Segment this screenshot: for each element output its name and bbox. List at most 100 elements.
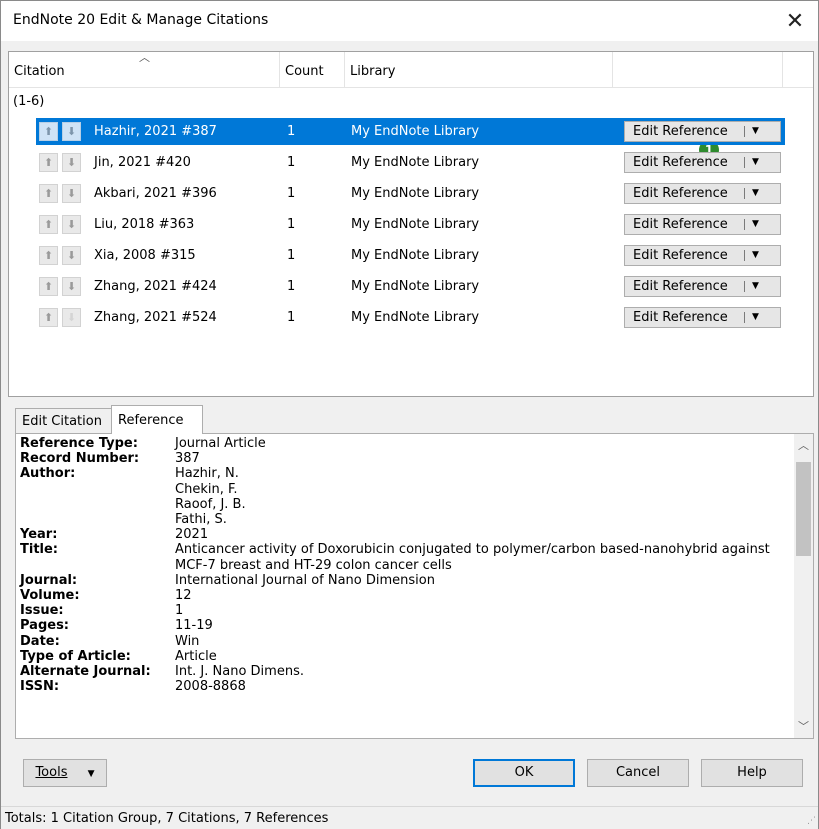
citation-cell: Zhang, 2021 #524 xyxy=(94,310,217,325)
move-down-icon[interactable]: ⬇ xyxy=(62,215,81,234)
move-up-icon[interactable]: ⬆ xyxy=(39,277,58,296)
count-cell: 1 xyxy=(287,186,296,201)
close-button[interactable]: ✕ xyxy=(772,1,818,41)
reference-field: Alternate Journal: Int. J. Nano Dimens. xyxy=(20,664,792,679)
reference-field: Chekin, F. xyxy=(20,482,792,497)
chevron-down-icon[interactable]: ▼ xyxy=(752,246,759,265)
column-header-citation[interactable]: Citation ︿ xyxy=(9,51,280,88)
count-cell: 1 xyxy=(287,217,296,232)
tab-edit-citation[interactable]: Edit Citation xyxy=(15,408,112,434)
chevron-down-icon: ▼ xyxy=(87,769,95,779)
field-value: 387 xyxy=(175,451,200,467)
library-cell: My EndNote Library xyxy=(351,186,480,201)
reference-details: Reference Type: Journal Article Record Num… xyxy=(20,436,792,694)
field-value: 2021 xyxy=(175,527,209,543)
column-header-actions xyxy=(613,52,783,88)
move-up-icon[interactable]: ⬆ xyxy=(39,184,58,203)
move-up-icon[interactable]: ⬆ xyxy=(39,153,58,172)
field-label: Title: xyxy=(20,542,59,558)
column-header-library[interactable]: Library xyxy=(345,52,613,88)
scroll-thumb[interactable] xyxy=(796,462,811,556)
library-cell: My EndNote Library xyxy=(351,217,480,232)
field-label: Alternate Journal: xyxy=(20,664,151,680)
edit-reference-button[interactable]: Edit Reference ▼ xyxy=(624,245,781,266)
field-label: Date: xyxy=(20,633,60,649)
field-label: Reference Type: xyxy=(20,436,138,451)
field-value: Win xyxy=(175,633,200,649)
dialog-window: EndNote 20 Edit & Manage Citations ✕ Cit… xyxy=(0,0,819,829)
edit-reference-button[interactable]: Edit Reference ▼ xyxy=(624,183,781,204)
tab-reference[interactable]: Reference xyxy=(111,405,203,434)
edit-reference-button[interactable]: Edit Reference ▼ xyxy=(624,152,781,173)
move-down-icon[interactable]: ⬇ xyxy=(62,153,81,172)
field-value: Journal Article xyxy=(175,436,266,451)
window-title: EndNote 20 Edit & Manage Citations xyxy=(13,12,269,28)
count-cell: 1 xyxy=(287,248,296,263)
citation-row[interactable]: ⬆ ⬇ Jin, 2021 #420 1 My EndNote Library Edit … xyxy=(36,149,785,176)
vertical-scrollbar[interactable]: ︿ ﹀ xyxy=(794,434,813,738)
field-value: 12 xyxy=(175,588,192,604)
move-down-icon[interactable]: ⬇ xyxy=(62,308,81,327)
move-down-icon[interactable]: ⬇ xyxy=(62,122,81,141)
chevron-down-icon[interactable]: ▼ xyxy=(752,215,759,234)
field-label: Type of Article: xyxy=(20,648,131,664)
citation-cell: Hazhir, 2021 #387 xyxy=(94,124,217,139)
edit-reference-button[interactable]: Edit Reference ▼ xyxy=(624,214,781,235)
chevron-down-icon[interactable]: ▼ xyxy=(752,308,759,327)
field-value: International Journal of Nano Dimension xyxy=(175,572,435,588)
citation-row[interactable]: ⬆ ⬇ Hazhir, 2021 #387 1 My EndNote Library Ed… xyxy=(36,118,785,145)
edit-reference-button[interactable]: Edit Reference ▼ xyxy=(624,307,781,328)
help-button[interactable]: Help xyxy=(701,759,803,787)
count-cell: 1 xyxy=(287,124,296,139)
reference-field: MCF-7 breast and HT-29 colon cancer cell… xyxy=(20,558,792,573)
reference-field: Raoof, J. B. xyxy=(20,497,792,512)
cancel-button[interactable]: Cancel xyxy=(587,759,689,787)
library-cell: My EndNote Library xyxy=(351,155,480,170)
reference-field: Fathi, S. xyxy=(20,512,792,527)
reference-field: Date: Win xyxy=(20,634,792,649)
chevron-down-icon[interactable]: ▼ xyxy=(752,184,759,203)
move-up-icon[interactable]: ⬆ xyxy=(39,122,58,141)
citation-row[interactable]: ⬆ ⬇ Liu, 2018 #363 1 My EndNote Library Edit … xyxy=(36,211,785,238)
library-cell: My EndNote Library xyxy=(351,279,480,294)
scroll-up-icon[interactable]: ︿ xyxy=(794,436,813,455)
edit-reference-button[interactable]: Edit Reference ▼ xyxy=(624,121,781,142)
citation-cell: Liu, 2018 #363 xyxy=(94,217,195,232)
reference-field: Author: Hazhir, N. xyxy=(20,466,792,481)
resize-grip-icon[interactable]: ⋰ xyxy=(807,816,816,826)
title-bar: EndNote 20 Edit & Manage Citations ✕ xyxy=(1,1,818,41)
chevron-down-icon[interactable]: ▼ xyxy=(752,122,759,141)
field-label xyxy=(20,482,175,497)
chevron-down-icon[interactable]: ▼ xyxy=(752,277,759,296)
citation-row[interactable]: ⬆ ⬇ Zhang, 2021 #524 1 My EndNote Library Edi… xyxy=(36,304,785,331)
reference-field: Year: 2021 xyxy=(20,527,792,542)
tools-button[interactable]: Tools ▼ xyxy=(23,759,107,787)
field-value: Raoof, J. B. xyxy=(175,496,246,512)
field-label: ISSN: xyxy=(20,679,60,695)
reference-panel: Reference Type: Journal Article Record Num… xyxy=(15,433,814,739)
citation-cell: Akbari, 2021 #396 xyxy=(94,186,217,201)
column-header-count[interactable]: Count xyxy=(280,52,345,88)
move-up-icon[interactable]: ⬆ xyxy=(39,308,58,327)
chevron-down-icon[interactable]: ▼ xyxy=(752,153,759,172)
citation-row[interactable]: ⬆ ⬇ Akbari, 2021 #396 1 My EndNote Library Ed… xyxy=(36,180,785,207)
citation-row[interactable]: ⬆ ⬇ Xia, 2008 #315 1 My EndNote Library Edit … xyxy=(36,242,785,269)
ok-button[interactable]: OK xyxy=(473,759,575,787)
status-text: Totals: 1 Citation Group, 7 Citations, 7… xyxy=(5,811,329,826)
move-down-icon[interactable]: ⬇ xyxy=(62,184,81,203)
field-value: Fathi, S. xyxy=(175,512,227,528)
field-label: Issue: xyxy=(20,603,64,619)
citation-list: Citation ︿ Count Library (1-6) 1 ⬆ ⬇ Hazhi… xyxy=(8,51,814,397)
reference-field: Journal: International Journal of Nano Di… xyxy=(20,573,792,588)
field-value: Article xyxy=(175,648,217,664)
move-up-icon[interactable]: ⬆ xyxy=(39,246,58,265)
reference-field: Type of Article: Article xyxy=(20,649,792,664)
field-label: Pages: xyxy=(20,618,70,634)
citation-cell: Xia, 2008 #315 xyxy=(94,248,196,263)
move-down-icon[interactable]: ⬇ xyxy=(62,277,81,296)
citation-row[interactable]: ⬆ ⬇ Zhang, 2021 #424 1 My EndNote Library Edi… xyxy=(36,273,785,300)
scroll-down-icon[interactable]: ﹀ xyxy=(794,717,813,736)
move-up-icon[interactable]: ⬆ xyxy=(39,215,58,234)
edit-reference-button[interactable]: Edit Reference ▼ xyxy=(624,276,781,297)
move-down-icon[interactable]: ⬇ xyxy=(62,246,81,265)
